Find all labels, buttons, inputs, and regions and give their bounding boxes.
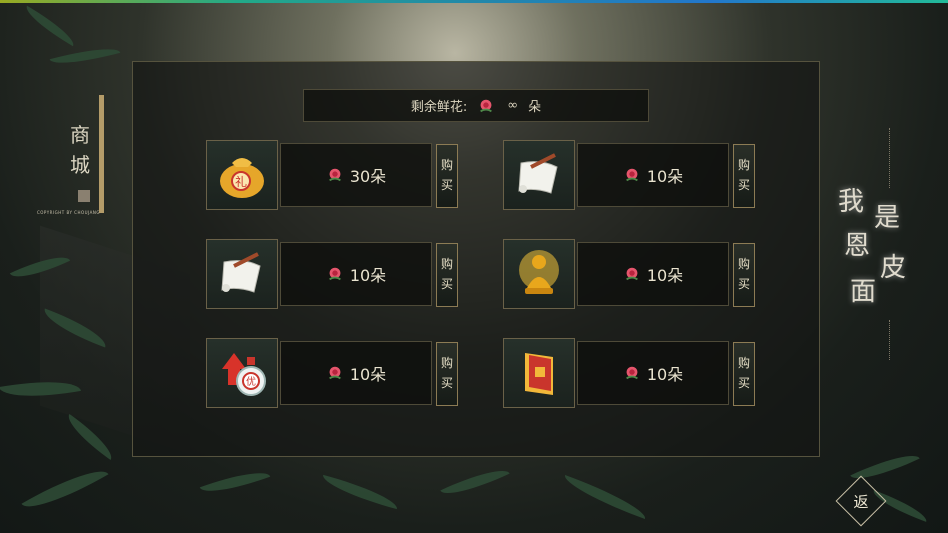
flower-icon	[477, 97, 495, 115]
bamboo-foliage-top-left	[0, 0, 130, 120]
svg-text:礼: 礼	[235, 174, 247, 189]
buy-label-2: 买	[737, 277, 750, 291]
item-price: 10朵	[646, 266, 684, 285]
game-logo: 我 是 恩 皮 面	[830, 180, 920, 320]
item-icon-box	[206, 239, 278, 309]
price-box: 30朵	[280, 143, 432, 207]
item-price: 10朵	[646, 167, 684, 186]
item-price: 10朵	[349, 365, 387, 384]
logo-deco-line	[889, 320, 891, 360]
logo-char: 是	[874, 203, 901, 233]
buy-label-1: 购	[737, 356, 750, 370]
seal-icon	[78, 190, 90, 202]
scroll-icon	[221, 252, 261, 293]
buy-label-1: 购	[440, 158, 453, 172]
buy-label-1: 购	[440, 356, 453, 370]
remaining-flowers-bar: 剩余鲜花: ∞ 朵	[303, 89, 649, 122]
item-icon-box	[503, 140, 575, 210]
price-box: 10朵	[280, 242, 432, 306]
price-box: 10朵	[280, 341, 432, 405]
buy-button[interactable]: 购 买	[733, 342, 755, 406]
flower-icon	[623, 265, 641, 283]
golden-buddha-icon	[519, 250, 559, 294]
buy-label-1: 购	[737, 158, 750, 172]
buy-label-2: 买	[440, 277, 453, 291]
price-box: 10朵	[577, 143, 729, 207]
flower-icon	[326, 364, 344, 382]
logo-char: 皮	[880, 253, 907, 283]
bamboo-foliage-bottom	[180, 455, 700, 533]
remaining-unit: 朵	[528, 100, 542, 115]
gift-bag-icon: 礼	[220, 158, 264, 198]
flower-icon	[326, 265, 344, 283]
title-accent-bar	[99, 95, 104, 213]
copyright-text: COPYRIGHT BY CHOUJANG	[36, 210, 100, 215]
title-char-1: 商	[70, 123, 92, 147]
buy-label-2: 买	[737, 376, 750, 390]
buy-button[interactable]: 购 买	[733, 144, 755, 208]
buy-button[interactable]: 购 买	[436, 243, 458, 307]
flower-icon	[623, 364, 641, 382]
scroll-icon	[518, 153, 558, 194]
title-char-2: 城	[70, 153, 92, 177]
top-color-strip	[0, 0, 948, 3]
logo-char: 恩	[844, 231, 871, 261]
logo-deco-line	[889, 128, 891, 188]
back-label[interactable]: 返	[843, 483, 879, 519]
red-book-icon	[525, 353, 553, 395]
potion-bottle-icon: 优	[222, 353, 266, 396]
flower-icon	[326, 166, 344, 184]
buy-label-2: 买	[440, 376, 453, 390]
item-icon-box: 礼	[206, 140, 278, 210]
buy-label-2: 买	[440, 178, 453, 192]
buy-label-1: 购	[440, 257, 453, 271]
buy-label-2: 买	[737, 178, 750, 192]
remaining-value: ∞	[507, 98, 519, 113]
price-box: 10朵	[577, 242, 729, 306]
buy-button[interactable]: 购 买	[733, 243, 755, 307]
item-icon-box: 优	[206, 338, 278, 408]
buy-button[interactable]: 购 买	[436, 342, 458, 406]
buy-button[interactable]: 购 买	[436, 144, 458, 208]
item-price: 10朵	[646, 365, 684, 384]
svg-text:优: 优	[246, 375, 256, 388]
price-box: 10朵	[577, 341, 729, 405]
item-price: 10朵	[349, 266, 387, 285]
buy-label-1: 购	[737, 257, 750, 271]
logo-char: 我	[838, 187, 865, 217]
item-price: 30朵	[349, 167, 387, 186]
item-icon-box	[503, 338, 575, 408]
item-icon-box	[503, 239, 575, 309]
bamboo-foliage-left	[0, 230, 140, 530]
logo-char: 面	[850, 277, 877, 307]
page-title: 商 城	[66, 120, 96, 180]
flower-icon	[623, 166, 641, 184]
remaining-label: 剩余鲜花:	[410, 100, 468, 115]
